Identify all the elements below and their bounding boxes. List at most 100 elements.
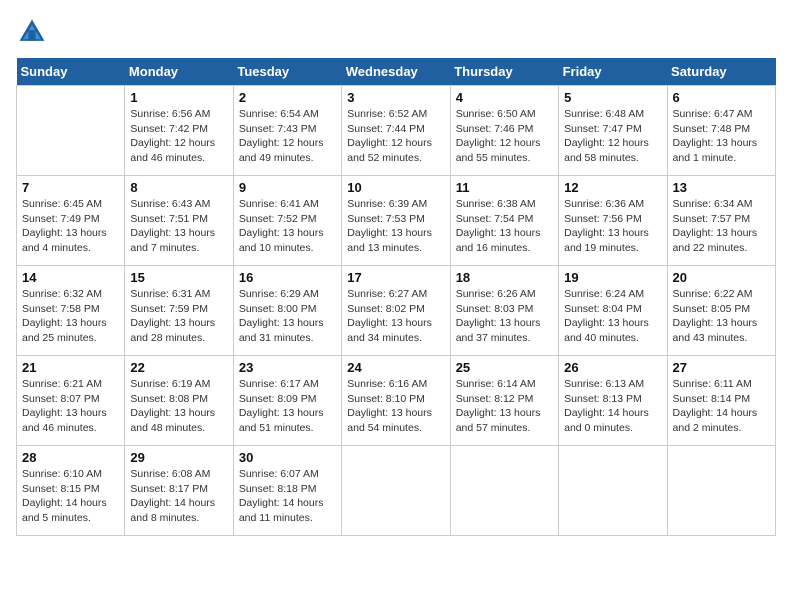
day-number: 4 bbox=[456, 90, 553, 105]
day-number: 16 bbox=[239, 270, 336, 285]
calendar-cell bbox=[342, 446, 450, 536]
weekday-header-saturday: Saturday bbox=[667, 58, 775, 86]
week-row-2: 7 Sunrise: 6:45 AMSunset: 7:49 PMDaylight… bbox=[17, 176, 776, 266]
day-info: Sunrise: 6:08 AMSunset: 8:17 PMDaylight:… bbox=[130, 467, 227, 526]
day-number: 25 bbox=[456, 360, 553, 375]
day-number: 22 bbox=[130, 360, 227, 375]
day-info: Sunrise: 6:13 AMSunset: 8:13 PMDaylight:… bbox=[564, 377, 661, 436]
calendar-cell: 29 Sunrise: 6:08 AMSunset: 8:17 PMDayligh… bbox=[125, 446, 233, 536]
day-number: 18 bbox=[456, 270, 553, 285]
weekday-header-monday: Monday bbox=[125, 58, 233, 86]
day-number: 10 bbox=[347, 180, 444, 195]
calendar-cell bbox=[17, 86, 125, 176]
day-number: 19 bbox=[564, 270, 661, 285]
weekday-header-tuesday: Tuesday bbox=[233, 58, 341, 86]
calendar-cell bbox=[450, 446, 558, 536]
day-info: Sunrise: 6:43 AMSunset: 7:51 PMDaylight:… bbox=[130, 197, 227, 256]
calendar-cell: 21 Sunrise: 6:21 AMSunset: 8:07 PMDayligh… bbox=[17, 356, 125, 446]
calendar-cell bbox=[667, 446, 775, 536]
calendar-cell: 11 Sunrise: 6:38 AMSunset: 7:54 PMDayligh… bbox=[450, 176, 558, 266]
calendar-cell: 8 Sunrise: 6:43 AMSunset: 7:51 PMDaylight… bbox=[125, 176, 233, 266]
day-info: Sunrise: 6:38 AMSunset: 7:54 PMDaylight:… bbox=[456, 197, 553, 256]
day-info: Sunrise: 6:54 AMSunset: 7:43 PMDaylight:… bbox=[239, 107, 336, 166]
calendar-cell: 7 Sunrise: 6:45 AMSunset: 7:49 PMDaylight… bbox=[17, 176, 125, 266]
week-row-5: 28 Sunrise: 6:10 AMSunset: 8:15 PMDayligh… bbox=[17, 446, 776, 536]
day-info: Sunrise: 6:29 AMSunset: 8:00 PMDaylight:… bbox=[239, 287, 336, 346]
day-number: 1 bbox=[130, 90, 227, 105]
calendar-cell: 27 Sunrise: 6:11 AMSunset: 8:14 PMDayligh… bbox=[667, 356, 775, 446]
calendar-cell: 10 Sunrise: 6:39 AMSunset: 7:53 PMDayligh… bbox=[342, 176, 450, 266]
weekday-header-row: SundayMondayTuesdayWednesdayThursdayFrid… bbox=[17, 58, 776, 86]
day-number: 15 bbox=[130, 270, 227, 285]
calendar-cell: 19 Sunrise: 6:24 AMSunset: 8:04 PMDayligh… bbox=[559, 266, 667, 356]
day-info: Sunrise: 6:24 AMSunset: 8:04 PMDaylight:… bbox=[564, 287, 661, 346]
day-number: 28 bbox=[22, 450, 119, 465]
day-number: 6 bbox=[673, 90, 770, 105]
header-section bbox=[16, 16, 776, 48]
day-info: Sunrise: 6:31 AMSunset: 7:59 PMDaylight:… bbox=[130, 287, 227, 346]
week-row-1: 1 Sunrise: 6:56 AMSunset: 7:42 PMDaylight… bbox=[17, 86, 776, 176]
calendar-cell: 1 Sunrise: 6:56 AMSunset: 7:42 PMDaylight… bbox=[125, 86, 233, 176]
day-number: 26 bbox=[564, 360, 661, 375]
calendar-cell bbox=[559, 446, 667, 536]
day-info: Sunrise: 6:48 AMSunset: 7:47 PMDaylight:… bbox=[564, 107, 661, 166]
calendar-cell: 20Sunrise: 6:22 AMSunset: 8:05 PMDayligh… bbox=[667, 266, 775, 356]
week-row-4: 21 Sunrise: 6:21 AMSunset: 8:07 PMDayligh… bbox=[17, 356, 776, 446]
day-info: Sunrise: 6:21 AMSunset: 8:07 PMDaylight:… bbox=[22, 377, 119, 436]
weekday-header-sunday: Sunday bbox=[17, 58, 125, 86]
day-info: Sunrise: 6:32 AMSunset: 7:58 PMDaylight:… bbox=[22, 287, 119, 346]
day-number: 5 bbox=[564, 90, 661, 105]
day-info: Sunrise: 6:50 AMSunset: 7:46 PMDaylight:… bbox=[456, 107, 553, 166]
day-info: Sunrise: 6:47 AMSunset: 7:48 PMDaylight:… bbox=[673, 107, 770, 166]
day-number: 23 bbox=[239, 360, 336, 375]
day-info: Sunrise: 6:19 AMSunset: 8:08 PMDaylight:… bbox=[130, 377, 227, 436]
calendar-cell: 23 Sunrise: 6:17 AMSunset: 8:09 PMDayligh… bbox=[233, 356, 341, 446]
calendar-cell: 17Sunrise: 6:27 AMSunset: 8:02 PMDayligh… bbox=[342, 266, 450, 356]
day-number: 17 bbox=[347, 270, 444, 285]
day-info: Sunrise: 6:52 AMSunset: 7:44 PMDaylight:… bbox=[347, 107, 444, 166]
day-number: 13 bbox=[673, 180, 770, 195]
day-number: 27 bbox=[673, 360, 770, 375]
day-info: Sunrise: 6:11 AMSunset: 8:14 PMDaylight:… bbox=[673, 377, 770, 436]
day-info: Sunrise: 6:17 AMSunset: 8:09 PMDaylight:… bbox=[239, 377, 336, 436]
day-number: 9 bbox=[239, 180, 336, 195]
day-info: Sunrise: 6:26 AMSunset: 8:03 PMDaylight:… bbox=[456, 287, 553, 346]
day-number: 29 bbox=[130, 450, 227, 465]
calendar-cell: 28 Sunrise: 6:10 AMSunset: 8:15 PMDayligh… bbox=[17, 446, 125, 536]
day-number: 8 bbox=[130, 180, 227, 195]
calendar-table: SundayMondayTuesdayWednesdayThursdayFrid… bbox=[16, 58, 776, 536]
day-info: Sunrise: 6:10 AMSunset: 8:15 PMDaylight:… bbox=[22, 467, 119, 526]
day-info: Sunrise: 6:36 AMSunset: 7:56 PMDaylight:… bbox=[564, 197, 661, 256]
day-info: Sunrise: 6:34 AMSunset: 7:57 PMDaylight:… bbox=[673, 197, 770, 256]
day-number: 20 bbox=[673, 270, 770, 285]
calendar-cell: 30Sunrise: 6:07 AMSunset: 8:18 PMDayligh… bbox=[233, 446, 341, 536]
day-number: 7 bbox=[22, 180, 119, 195]
day-info: Sunrise: 6:39 AMSunset: 7:53 PMDaylight:… bbox=[347, 197, 444, 256]
calendar-cell: 14 Sunrise: 6:32 AMSunset: 7:58 PMDayligh… bbox=[17, 266, 125, 356]
day-info: Sunrise: 6:14 AMSunset: 8:12 PMDaylight:… bbox=[456, 377, 553, 436]
calendar-cell: 13 Sunrise: 6:34 AMSunset: 7:57 PMDayligh… bbox=[667, 176, 775, 266]
day-number: 3 bbox=[347, 90, 444, 105]
weekday-header-friday: Friday bbox=[559, 58, 667, 86]
logo-icon bbox=[16, 16, 48, 48]
day-info: Sunrise: 6:45 AMSunset: 7:49 PMDaylight:… bbox=[22, 197, 119, 256]
day-number: 21 bbox=[22, 360, 119, 375]
calendar-cell: 25 Sunrise: 6:14 AMSunset: 8:12 PMDayligh… bbox=[450, 356, 558, 446]
day-number: 11 bbox=[456, 180, 553, 195]
week-row-3: 14 Sunrise: 6:32 AMSunset: 7:58 PMDayligh… bbox=[17, 266, 776, 356]
day-info: Sunrise: 6:16 AMSunset: 8:10 PMDaylight:… bbox=[347, 377, 444, 436]
calendar-cell: 16 Sunrise: 6:29 AMSunset: 8:00 PMDayligh… bbox=[233, 266, 341, 356]
weekday-header-wednesday: Wednesday bbox=[342, 58, 450, 86]
calendar-cell: 22 Sunrise: 6:19 AMSunset: 8:08 PMDayligh… bbox=[125, 356, 233, 446]
calendar-cell: 9Sunrise: 6:41 AMSunset: 7:52 PMDaylight… bbox=[233, 176, 341, 266]
day-number: 14 bbox=[22, 270, 119, 285]
day-number: 12 bbox=[564, 180, 661, 195]
day-number: 2 bbox=[239, 90, 336, 105]
day-info: Sunrise: 6:56 AMSunset: 7:42 PMDaylight:… bbox=[130, 107, 227, 166]
weekday-header-thursday: Thursday bbox=[450, 58, 558, 86]
calendar-cell: 5 Sunrise: 6:48 AMSunset: 7:47 PMDaylight… bbox=[559, 86, 667, 176]
calendar-cell: 6 Sunrise: 6:47 AMSunset: 7:48 PMDaylight… bbox=[667, 86, 775, 176]
calendar-cell: 24Sunrise: 6:16 AMSunset: 8:10 PMDayligh… bbox=[342, 356, 450, 446]
logo bbox=[16, 16, 52, 48]
day-info: Sunrise: 6:07 AMSunset: 8:18 PMDaylight:… bbox=[239, 467, 336, 526]
